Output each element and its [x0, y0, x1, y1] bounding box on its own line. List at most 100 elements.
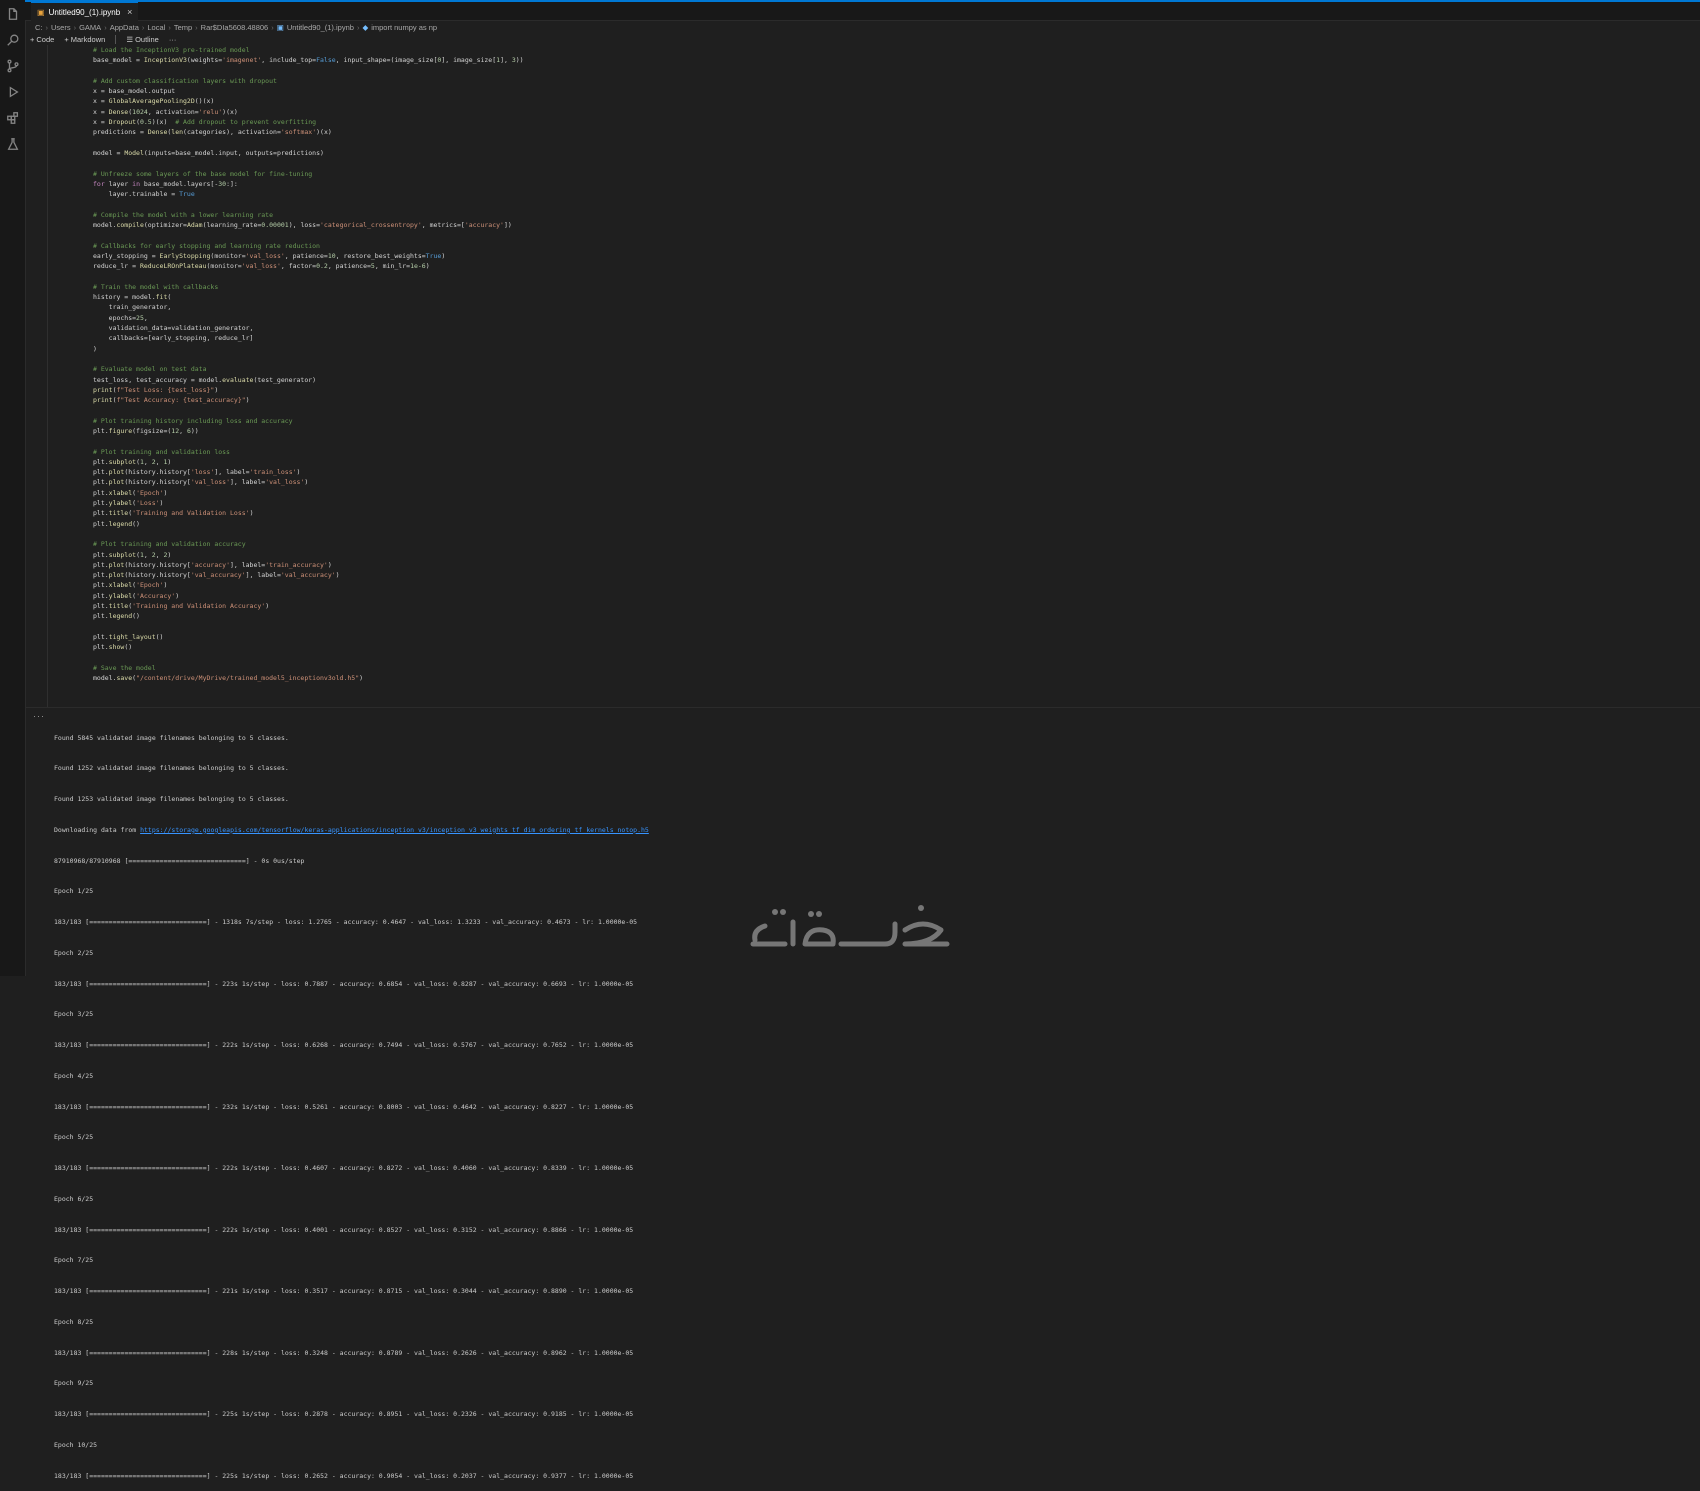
output-more-icon[interactable]: ··· [33, 711, 45, 721]
code-line: plt.plot(history.history['val_loss'], la… [93, 478, 309, 487]
code-line: plt.figure(figsize=(12, 6)) [93, 426, 199, 435]
breadcrumb-item[interactable]: Users [51, 23, 71, 32]
code-line: predictions = Dense(len(categories), act… [93, 128, 332, 137]
close-icon[interactable]: × [127, 7, 132, 17]
khamsat-watermark-logo [750, 905, 950, 947]
output-line: 183/183 [==============================]… [54, 1102, 634, 1111]
code-line: train_generator, [93, 303, 172, 312]
output-line: Epoch 8/25 [54, 1317, 94, 1326]
breadcrumb-item[interactable]: Rar$DIa5608.48806 [201, 23, 269, 32]
output-line: 183/183 [==============================]… [54, 918, 638, 926]
output-line: Epoch 5/25 [54, 1133, 94, 1142]
output-line: 183/183 [==============================]… [54, 1348, 634, 1357]
code-line: plt.plot(history.history['val_accuracy']… [93, 571, 340, 580]
breadcrumb-item[interactable]: Local [147, 23, 165, 32]
cell-output: Found 5845 validated image filenames bel… [54, 712, 649, 1491]
code-line: # Save the model [93, 663, 156, 672]
code-line: plt.title('Training and Validation Accur… [93, 602, 270, 611]
tab-notebook[interactable]: ▣ Untitled90_(1).ipynb × [31, 2, 139, 21]
add-code-label: Code [36, 34, 55, 44]
output-line: Epoch 6/25 [54, 1194, 94, 1203]
output-line: Epoch 2/25 [54, 948, 94, 957]
output-line: Epoch 10/25 [54, 1440, 98, 1449]
tab-bar: ▣ Untitled90_(1).ipynb × [25, 2, 1700, 21]
code-line: model.compile(optimizer=Adam(learning_ra… [93, 221, 512, 230]
output-line: 183/183 [==============================]… [54, 1471, 634, 1480]
code-line: history = model.fit( [93, 293, 172, 302]
source-control-icon[interactable] [5, 58, 21, 74]
cell-icon: ◆ [362, 22, 369, 32]
breadcrumb-item[interactable]: Temp [174, 23, 192, 32]
breadcrumb-item[interactable]: C: [35, 23, 43, 32]
code-line: test_loss, test_accuracy = model.evaluat… [93, 375, 317, 384]
code-line: plt.tight_layout() [93, 632, 164, 641]
output-line: 183/183 [==============================]… [54, 1041, 634, 1049]
code-line: # Plot training history including loss a… [93, 416, 293, 425]
code-line: plt.xlabel('Epoch') [93, 488, 168, 497]
explorer-icon[interactable] [5, 6, 21, 22]
outline-label: Outline [135, 34, 159, 44]
code-cell[interactable]: # Load the InceptionV3 pre-trained model… [25, 45, 1700, 707]
code-line: print(f"Test Accuracy: {test_accuracy}") [93, 396, 250, 405]
run-debug-icon[interactable] [5, 84, 21, 100]
outline-button[interactable]: ☰ Outline [126, 35, 159, 44]
breadcrumb-item[interactable]: GAMA [79, 23, 101, 32]
code-line: # Evaluate model on test data [93, 365, 207, 374]
activity-bar [0, 0, 26, 976]
code-line: x = Dense(1024, activation='relu')(x) [93, 107, 238, 116]
code-line: model.save("/content/drive/MyDrive/train… [93, 674, 364, 683]
code-line: plt.show() [93, 643, 133, 652]
code-line: plt.subplot(1, 2, 2) [93, 550, 172, 559]
code-line: plt.legend() [93, 612, 140, 621]
breadcrumb-separator: › [73, 22, 77, 32]
code-line: plt.subplot(1, 2, 1) [93, 457, 172, 466]
breadcrumb-separator: › [168, 22, 171, 32]
code-line: plt.title('Training and Validation Loss'… [93, 509, 254, 518]
code-line: model = Model(inputs=base_model.input, o… [93, 148, 324, 157]
code-line: # Plot training and validation loss [93, 447, 230, 456]
output-line: Epoch 4/25 [54, 1071, 94, 1080]
code-line: plt.ylabel('Accuracy') [93, 591, 180, 600]
output-separator [25, 707, 1700, 708]
code-line: base_model = InceptionV3(weights='imagen… [93, 56, 524, 65]
search-icon[interactable] [5, 32, 21, 48]
code-line: reduce_lr = ReduceLROnPlateau(monitor='v… [93, 262, 430, 271]
list-icon: ☰ [126, 34, 134, 44]
breadcrumb-item[interactable]: Untitled90_(1).ipynb [287, 23, 354, 32]
download-link[interactable]: https://storage.googleapis.com/tensorflo… [140, 826, 649, 834]
code-line: validation_data=validation_generator, [93, 324, 254, 333]
more-actions-button[interactable]: ··· [169, 35, 177, 44]
output-line: Epoch 3/25 [54, 1010, 94, 1019]
output-line: 87910968/87910968 [=====================… [54, 856, 305, 865]
code-editor[interactable]: # Load the InceptionV3 pre-trained model… [93, 45, 524, 683]
output-line: Epoch 7/25 [54, 1256, 94, 1265]
testing-icon[interactable] [5, 136, 21, 152]
breadcrumb-item[interactable]: AppData [110, 23, 139, 32]
output-line-download: Downloading data from https://storage.go… [54, 825, 649, 835]
notebook-toolbar: + Code + Markdown ☰ Outline ··· [30, 33, 176, 45]
code-line: print(f"Test Loss: {test_loss}") [93, 385, 219, 394]
code-line: epochs=25, [93, 313, 148, 322]
plus-icon: + [30, 34, 35, 44]
code-line: # Unfreeze some layers of the base model… [93, 169, 313, 178]
plus-icon: + [64, 34, 69, 44]
code-line: # Train the model with callbacks [93, 282, 219, 291]
add-markdown-button[interactable]: + Markdown [64, 35, 105, 44]
add-code-button[interactable]: + Code [30, 35, 54, 44]
output-line: Found 5845 validated image filenames bel… [54, 733, 289, 742]
code-line: plt.legend() [93, 519, 140, 528]
download-prefix: Downloading data from [54, 825, 141, 834]
extensions-icon[interactable] [5, 110, 21, 126]
breadcrumb-separator: › [141, 22, 145, 32]
notebook-icon: ▣ [276, 22, 284, 32]
breadcrumb-item[interactable]: import numpy as np [371, 23, 437, 32]
code-line: x = Dropout(0.5)(x) # Add dropout to pre… [93, 118, 317, 127]
cell-border [47, 45, 48, 707]
